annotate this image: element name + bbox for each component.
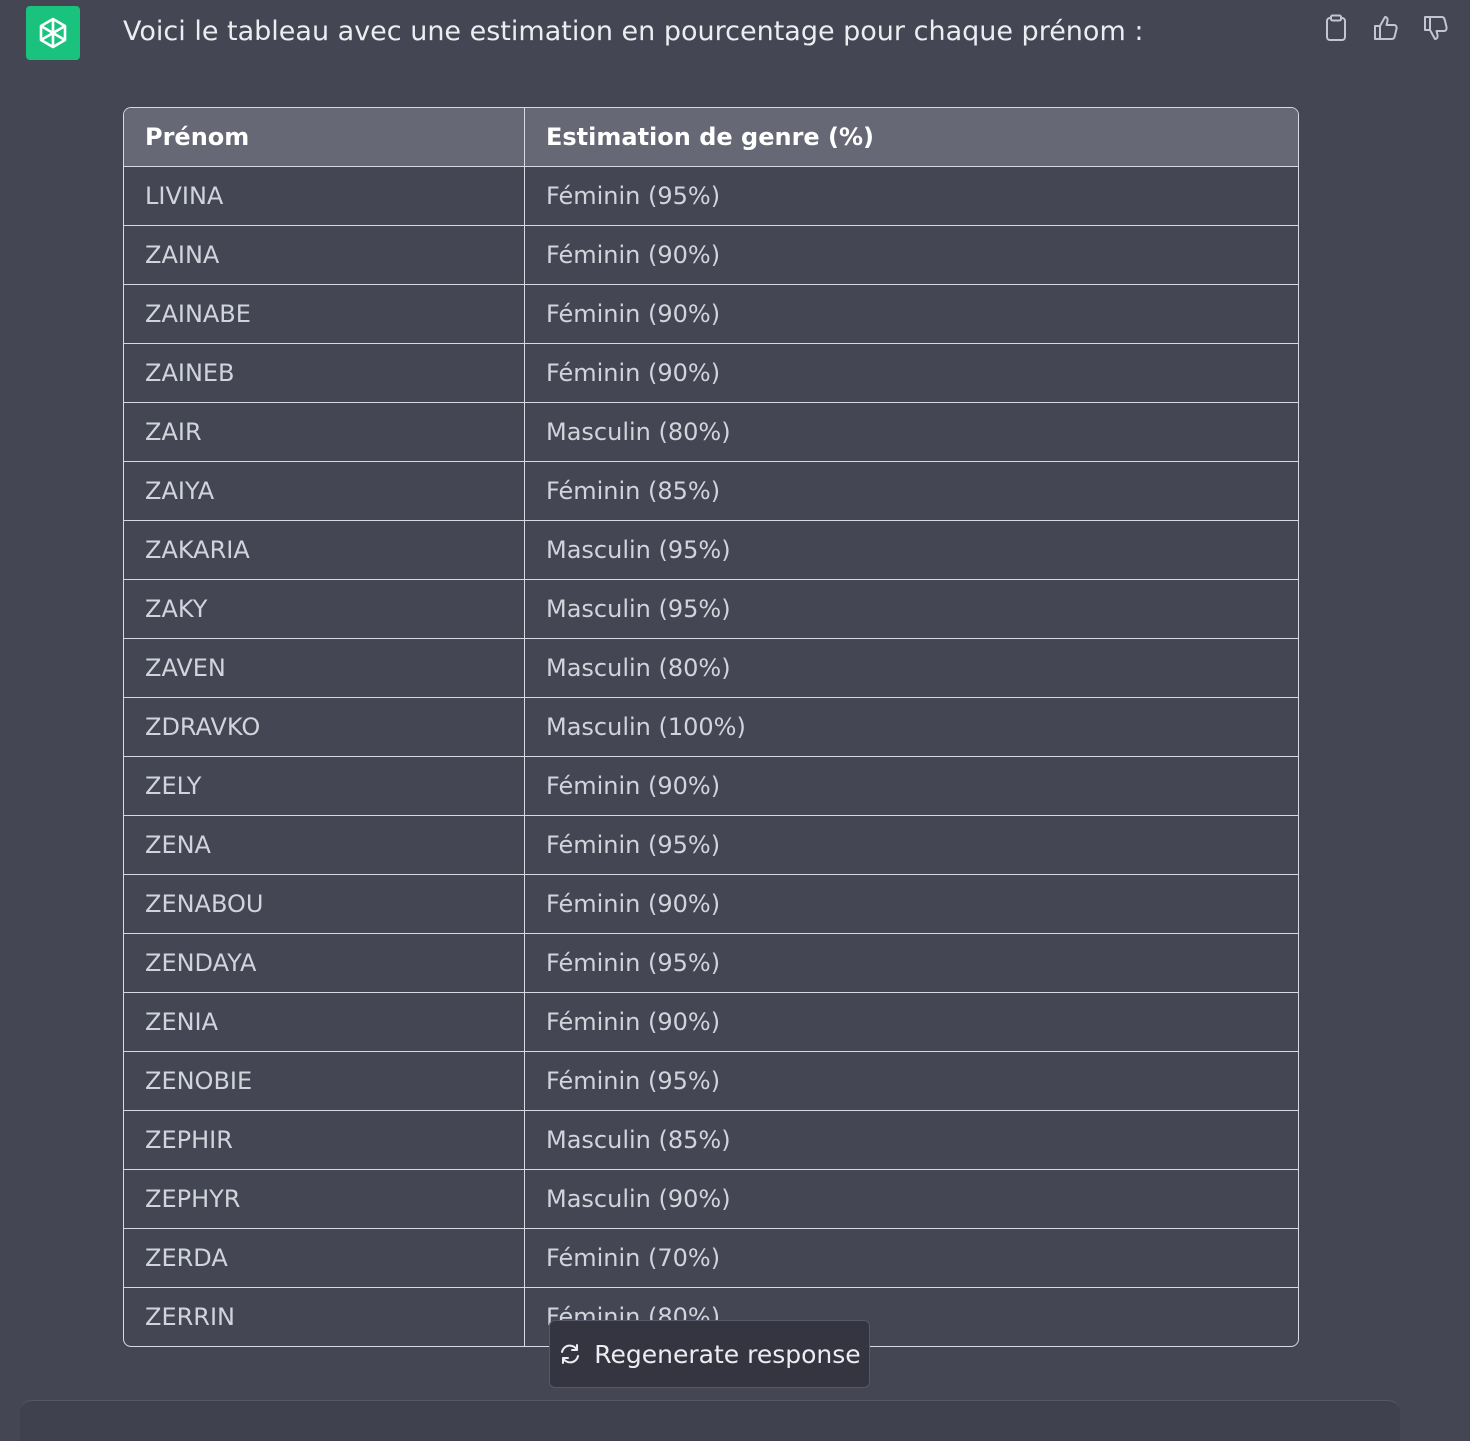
- cell-prenom: ZAKY: [124, 579, 525, 639]
- table-row: ZERDA Féminin (70%): [124, 1228, 1298, 1288]
- table-row: ZAINEB Féminin (90%): [124, 343, 1298, 403]
- table-row: ZENOBIE Féminin (95%): [124, 1051, 1298, 1111]
- table-row: ZAKARIA Masculin (95%): [124, 520, 1298, 580]
- cell-prenom: ZENABOU: [124, 874, 525, 934]
- table-row: ZEPHIR Masculin (85%): [124, 1110, 1298, 1170]
- copy-button[interactable]: [1322, 12, 1350, 44]
- cell-prenom: ZAVEN: [124, 638, 525, 698]
- cell-estimation: Féminin (70%): [524, 1228, 1298, 1288]
- table-row: ZAVEN Masculin (80%): [124, 638, 1298, 698]
- cell-estimation: Masculin (100%): [524, 697, 1298, 757]
- cell-estimation: Féminin (90%): [524, 992, 1298, 1052]
- gender-estimate-table: Prénom Estimation de genre (%) LIVINA Fém…: [123, 107, 1299, 1347]
- cell-prenom: ZENOBIE: [124, 1051, 525, 1111]
- cell-estimation: Féminin (90%): [524, 874, 1298, 934]
- cell-estimation: Masculin (95%): [524, 579, 1298, 639]
- like-button[interactable]: [1372, 12, 1400, 44]
- cell-estimation: Féminin (95%): [524, 166, 1298, 226]
- cell-prenom: ZENDAYA: [124, 933, 525, 993]
- regenerate-button[interactable]: Regenerate response: [549, 1320, 870, 1388]
- clipboard-icon: [1326, 14, 1346, 41]
- table-row: ZELY Féminin (90%): [124, 756, 1298, 816]
- table-row: ZENA Féminin (95%): [124, 815, 1298, 875]
- cell-prenom: ZERDA: [124, 1228, 525, 1288]
- cell-prenom: ZDRAVKO: [124, 697, 525, 757]
- message-input-area[interactable]: [20, 1400, 1400, 1441]
- cell-estimation: Féminin (85%): [524, 461, 1298, 521]
- openai-logo-icon: [39, 17, 67, 49]
- assistant-avatar: [26, 6, 80, 60]
- cell-prenom: ZAIR: [124, 402, 525, 462]
- cell-prenom: ZAIYA: [124, 461, 525, 521]
- table-row: ZAKY Masculin (95%): [124, 579, 1298, 639]
- cell-prenom: ZAINEB: [124, 343, 525, 403]
- cell-prenom: ZAINABE: [124, 284, 525, 344]
- table-row: ZAIR Masculin (80%): [124, 402, 1298, 462]
- table-row: ZENIA Féminin (90%): [124, 992, 1298, 1052]
- thumbs-up-icon: [1374, 16, 1398, 40]
- column-header-prenom: Prénom: [124, 108, 525, 167]
- cell-estimation: Masculin (85%): [524, 1110, 1298, 1170]
- cell-prenom: ZAINA: [124, 225, 525, 285]
- cell-estimation: Féminin (95%): [524, 933, 1298, 993]
- cell-estimation: Féminin (90%): [524, 284, 1298, 344]
- cell-estimation: Féminin (90%): [524, 225, 1298, 285]
- table-row: ZAIYA Féminin (85%): [124, 461, 1298, 521]
- cell-prenom: ZEPHIR: [124, 1110, 525, 1170]
- cell-prenom: ZEPHYR: [124, 1169, 525, 1229]
- cell-estimation: Masculin (90%): [524, 1169, 1298, 1229]
- thumbs-down-icon: [1424, 16, 1448, 40]
- table-row: ZAINABE Féminin (90%): [124, 284, 1298, 344]
- column-header-estimation: Estimation de genre (%): [524, 108, 1298, 167]
- cell-estimation: Masculin (80%): [524, 638, 1298, 698]
- table-row: ZENABOU Féminin (90%): [124, 874, 1298, 934]
- cell-prenom: LIVINA: [124, 166, 525, 226]
- table-row: LIVINA Féminin (95%): [124, 166, 1298, 226]
- regenerate-label: Regenerate response: [594, 1339, 861, 1369]
- cell-estimation: Féminin (95%): [524, 1051, 1298, 1111]
- refresh-icon: [561, 1344, 580, 1364]
- cell-estimation: Féminin (95%): [524, 815, 1298, 875]
- dislike-button[interactable]: [1422, 12, 1450, 44]
- table-row: ZENDAYA Féminin (95%): [124, 933, 1298, 993]
- table-row: ZDRAVKO Masculin (100%): [124, 697, 1298, 757]
- cell-prenom: ZENA: [124, 815, 525, 875]
- assistant-message: Voici le tableau avec une estimation en …: [123, 16, 1144, 47]
- message-actions: [1322, 12, 1450, 44]
- cell-estimation: Féminin (90%): [524, 343, 1298, 403]
- cell-prenom: ZENIA: [124, 992, 525, 1052]
- cell-prenom: ZERRIN: [124, 1287, 525, 1346]
- cell-prenom: ZELY: [124, 756, 525, 816]
- table-header-row: Prénom Estimation de genre (%): [124, 108, 1298, 167]
- cell-estimation: Masculin (80%): [524, 402, 1298, 462]
- cell-estimation: Masculin (95%): [524, 520, 1298, 580]
- table-row: ZAINA Féminin (90%): [124, 225, 1298, 285]
- table-row: ZEPHYR Masculin (90%): [124, 1169, 1298, 1229]
- cell-estimation: Féminin (90%): [524, 756, 1298, 816]
- cell-prenom: ZAKARIA: [124, 520, 525, 580]
- table-body: LIVINA Féminin (95%) ZAINA Féminin (90%) ZAI…: [124, 166, 1298, 1346]
